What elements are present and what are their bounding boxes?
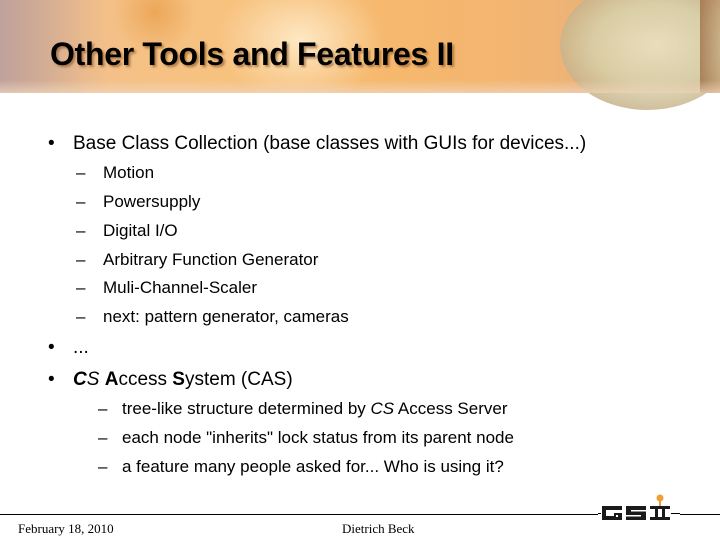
sub-item-text: Digital I/O bbox=[103, 221, 178, 240]
dash-glyph: – bbox=[76, 163, 86, 182]
bullet-glyph: • bbox=[48, 133, 55, 154]
sub-item-text: each node "inherits" lock status from it… bbox=[122, 428, 514, 447]
gsi-logo-icon bbox=[598, 494, 680, 520]
dash-glyph: – bbox=[98, 399, 108, 418]
banner-accelerator-image bbox=[560, 0, 720, 110]
bullet-text: Base Class Collection (base classes with… bbox=[73, 133, 587, 154]
text-run: S bbox=[86, 369, 100, 390]
dash-glyph: – bbox=[98, 428, 108, 447]
bullet-glyph: • bbox=[48, 369, 55, 390]
dash-glyph: – bbox=[76, 250, 86, 269]
footer-date: February 18, 2010 bbox=[18, 521, 114, 536]
dash-glyph: – bbox=[76, 192, 86, 211]
sub-item-text: Motion bbox=[103, 163, 155, 182]
dash-glyph: – bbox=[76, 278, 86, 297]
text-run: CS bbox=[370, 399, 395, 418]
text-run: Access Server bbox=[394, 399, 508, 418]
sub-item-text: a feature many people asked for... Who i… bbox=[122, 457, 504, 476]
dash-glyph: – bbox=[76, 307, 86, 326]
bullet-text: CS Access System (CAS) bbox=[73, 369, 293, 391]
text-run: A bbox=[104, 369, 119, 390]
sub-item-text: Muli-Channel-Scaler bbox=[103, 278, 258, 297]
sub-item-text: tree-like structure determined by CS Acc… bbox=[122, 399, 508, 419]
bullet-glyph: • bbox=[48, 337, 55, 358]
dash-glyph: – bbox=[98, 457, 108, 476]
slide-title: Other Tools and Features II bbox=[50, 36, 454, 72]
gsi-logo bbox=[598, 493, 680, 525]
banner-fade bbox=[0, 80, 720, 93]
sub-item-text: next: pattern generator, cameras bbox=[103, 307, 349, 326]
text-run: S bbox=[172, 369, 185, 390]
footer-author: Dietrich Beck bbox=[342, 521, 415, 536]
text-run: tree-like structure determined by bbox=[122, 399, 371, 418]
sub-item-text: Arbitrary Function Generator bbox=[103, 250, 319, 269]
text-run: ccess bbox=[118, 369, 173, 390]
dash-glyph: – bbox=[76, 221, 86, 240]
logo-dot bbox=[656, 494, 664, 502]
sub-item-text: Powersupply bbox=[103, 192, 201, 211]
bullet-text: ... bbox=[73, 337, 89, 358]
text-run: C bbox=[73, 369, 87, 390]
text-run: ystem (CAS) bbox=[184, 369, 293, 390]
